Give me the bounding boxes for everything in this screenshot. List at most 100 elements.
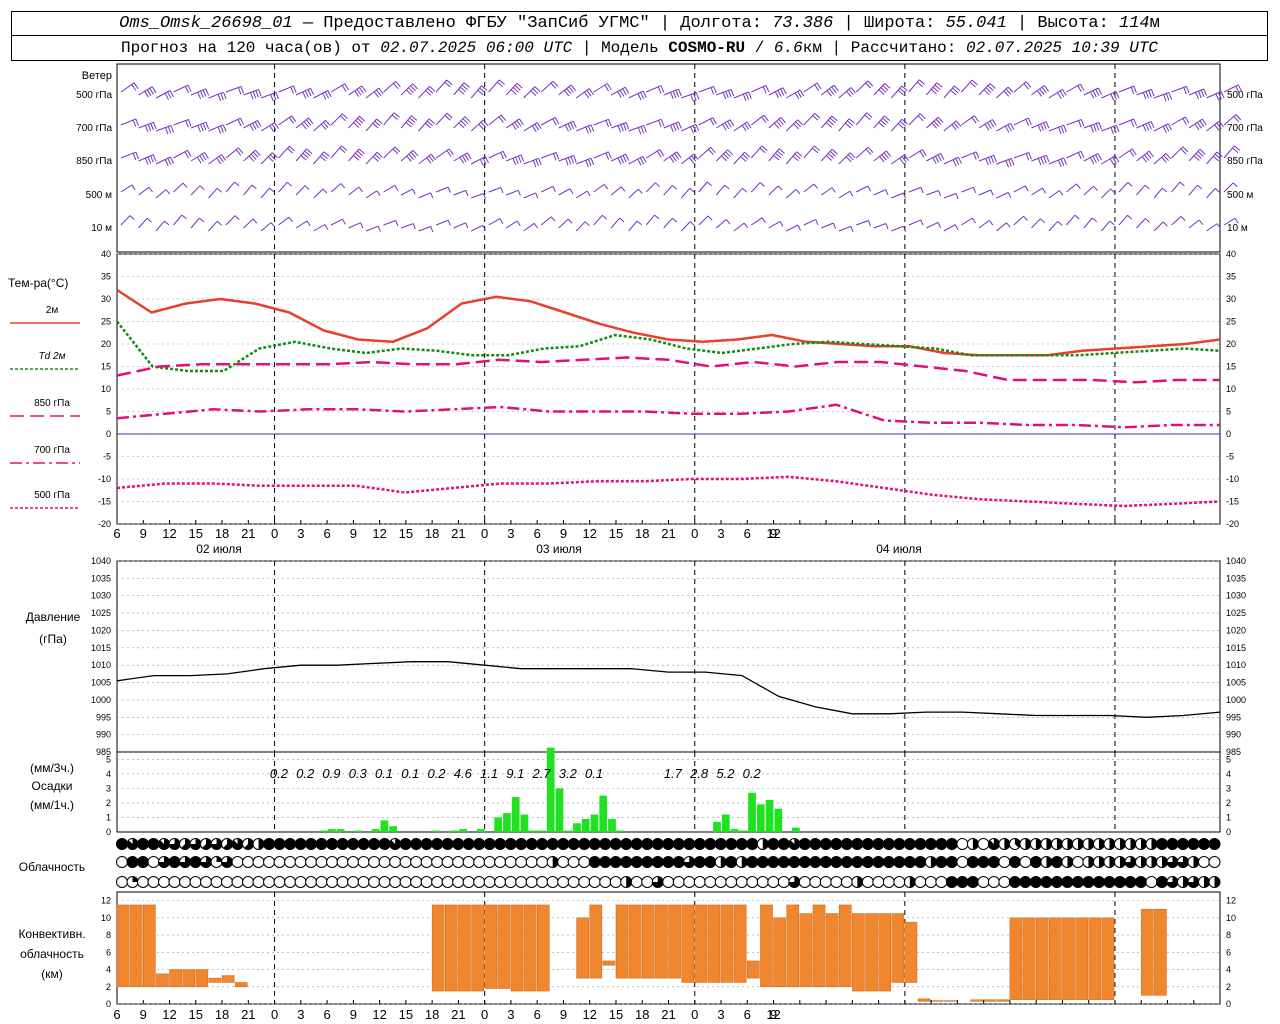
cloud-symbol xyxy=(1071,856,1084,868)
wind-barb xyxy=(838,225,854,233)
wind-barb xyxy=(680,221,695,232)
cloud-symbol xyxy=(431,856,444,868)
cloud-symbol xyxy=(473,876,486,888)
wind-barb xyxy=(715,219,731,229)
cloud-symbol-fill xyxy=(463,838,475,850)
wind-barb xyxy=(943,120,962,132)
wind-barb xyxy=(961,217,976,226)
wind-barb xyxy=(768,148,785,162)
cloud-symbol-fill xyxy=(536,838,548,850)
wind-barb xyxy=(785,119,804,132)
cloud-symbol-fill xyxy=(263,838,275,850)
pressure-tick-left: 1035 xyxy=(91,573,111,583)
conv-bar xyxy=(681,904,695,983)
cloud-symbol-fill xyxy=(631,856,643,868)
cloud-symbol-fill xyxy=(641,856,653,868)
wind-barb xyxy=(593,118,612,128)
precip-bar xyxy=(555,788,564,832)
cloud-symbol xyxy=(326,856,339,868)
conv-bar xyxy=(602,960,616,966)
cloud-symbol-fill xyxy=(1214,876,1220,888)
cloud-symbol-fill xyxy=(673,856,685,868)
cloud-symbol xyxy=(294,876,307,888)
cloud-symbol-fill xyxy=(599,856,611,868)
wind-barb xyxy=(348,85,367,97)
cloud-symbol xyxy=(147,856,160,868)
cloud-symbol xyxy=(956,856,969,868)
wind-barb xyxy=(855,80,874,93)
precip-bar xyxy=(774,808,783,832)
cloud-symbol xyxy=(798,876,811,888)
temp-tick-left: 40 xyxy=(101,249,111,259)
cloud-symbol xyxy=(231,856,244,868)
cloud-symbol-fill xyxy=(148,838,160,850)
precip-bar xyxy=(433,830,441,832)
cloud-symbol xyxy=(420,856,433,868)
pressure-tick-right: 995 xyxy=(1226,712,1241,722)
cloud-symbol xyxy=(336,856,349,868)
wind-barb xyxy=(278,85,297,94)
wind-barb xyxy=(541,152,560,161)
wind-barb xyxy=(1118,182,1133,193)
wind-barb xyxy=(190,152,209,164)
cloud-symbol xyxy=(368,876,381,888)
wind-level-label: 10 м xyxy=(91,223,112,234)
precip-total-label: 0.3 xyxy=(349,766,368,781)
wind-barb xyxy=(138,186,153,196)
x-tick-label: 12 xyxy=(372,1007,386,1022)
wind-barb xyxy=(313,151,330,165)
wind-barb xyxy=(1171,85,1190,95)
wind-barb xyxy=(225,181,240,193)
x-tick-label: 6 xyxy=(534,1007,541,1022)
cloud-symbol xyxy=(914,876,927,888)
wind-barb xyxy=(628,188,643,199)
precip-bar xyxy=(721,814,730,832)
wind-barb xyxy=(855,146,874,159)
precip-total-label: 0.2 xyxy=(296,766,315,781)
wind-level-label: 500 гПа xyxy=(76,90,112,101)
conv-bar xyxy=(694,904,708,983)
wind-level-label-right: 500 м xyxy=(1227,190,1253,201)
precip-total-label: 1.1 xyxy=(480,766,498,781)
wind-barb xyxy=(961,186,977,193)
cloud-symbol-fill xyxy=(715,838,727,850)
cloud-symbol-fill xyxy=(683,838,695,850)
wind-barb xyxy=(926,116,944,129)
wind-barb xyxy=(453,116,471,129)
wind-barb xyxy=(873,223,889,230)
x-tick-label: 12 xyxy=(582,1007,596,1022)
wind-barb xyxy=(1188,88,1207,100)
conv-bar xyxy=(234,982,248,988)
wind-barb xyxy=(313,224,329,232)
wind-barb xyxy=(750,182,765,193)
cloud-symbol-fill xyxy=(652,856,664,868)
cloud-symbol-fill xyxy=(988,856,1000,868)
wind-barb xyxy=(1101,155,1120,166)
x-tick-label: 6 xyxy=(744,1007,751,1022)
wind-barb xyxy=(540,185,556,193)
cloud-symbol xyxy=(347,876,360,888)
cloud-symbol-fill xyxy=(799,856,811,868)
wind-barb xyxy=(155,220,170,232)
temp-ylabel: Тем-ра(°C) xyxy=(8,276,68,290)
precip-total-label: 0.1 xyxy=(375,766,393,781)
conv-bar xyxy=(471,904,484,992)
x-tick-label: 18 xyxy=(635,526,649,541)
wind-barb xyxy=(365,87,384,99)
wind-barb xyxy=(330,218,346,226)
cloud-symbol xyxy=(746,876,759,888)
x-tick-label: 0 xyxy=(481,1007,488,1022)
x-tick-label: 3 xyxy=(717,1007,724,1022)
conv-bar xyxy=(458,904,471,992)
cloud-symbol xyxy=(315,856,328,868)
wind-barb xyxy=(453,222,469,229)
wind-barb xyxy=(1048,190,1064,199)
cloud-symbol xyxy=(557,856,570,868)
cloud-symbol xyxy=(420,876,433,888)
wind-barb xyxy=(786,89,805,100)
temp-tick-right: -5 xyxy=(1226,452,1234,462)
precip-bar xyxy=(371,829,380,832)
cloud-symbol xyxy=(504,876,517,888)
wind-barb xyxy=(733,187,748,199)
cloud-symbol-fill xyxy=(746,856,758,868)
